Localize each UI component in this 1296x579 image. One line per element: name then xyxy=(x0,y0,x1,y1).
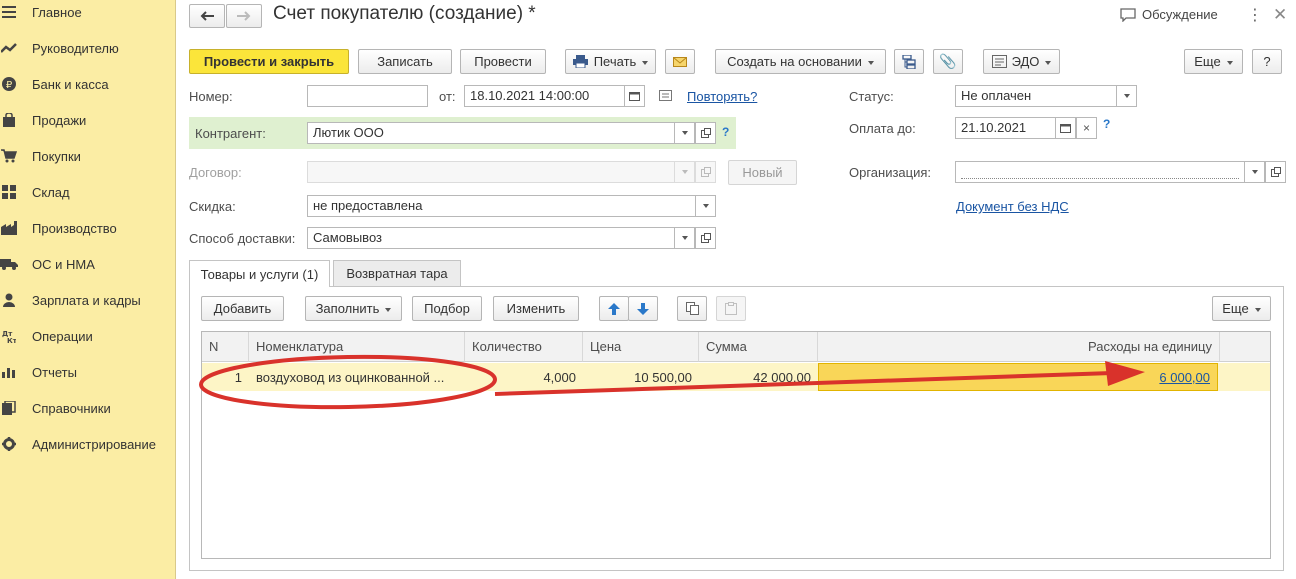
annotation-ellipse xyxy=(199,354,497,410)
annotation-arrow-head xyxy=(1105,361,1145,386)
annotation-overlay xyxy=(199,354,1145,410)
tab-goods-services[interactable]: Товары и услуги (1) xyxy=(189,260,330,287)
annotation-arrow-line xyxy=(494,371,1113,396)
